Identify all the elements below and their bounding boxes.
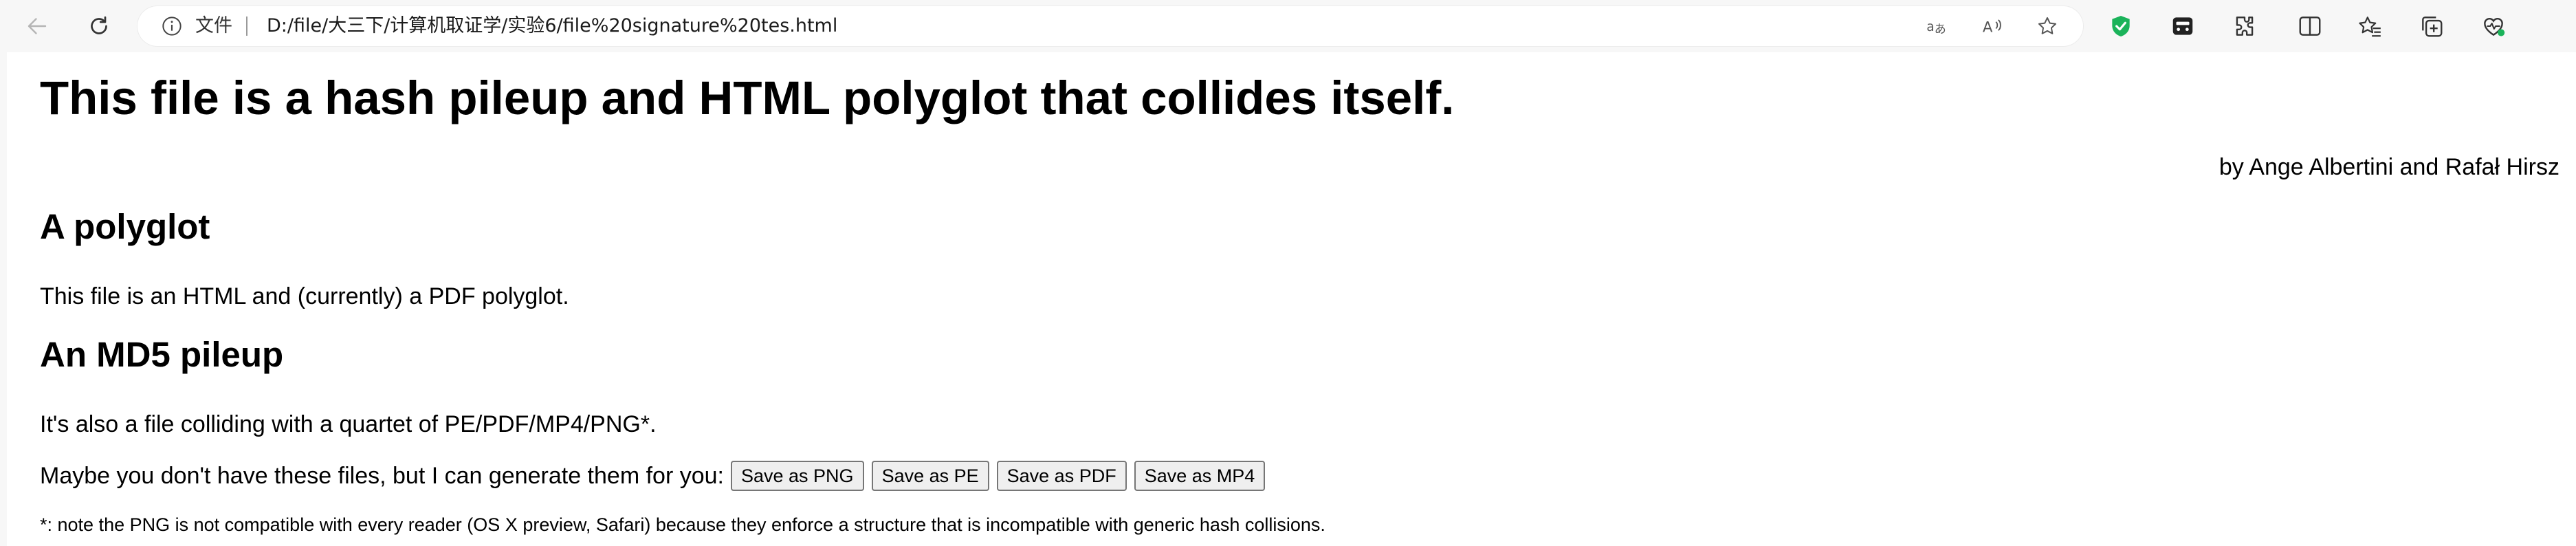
sidebar-panel-icon <box>2172 17 2193 35</box>
back-arrow-icon <box>27 18 47 34</box>
security-shield-button[interactable] <box>2107 12 2135 40</box>
collections-icon <box>2422 17 2443 37</box>
read-aloud-button[interactable]: A <box>1980 14 2005 39</box>
address-bar[interactable]: 文件 D:/file/大三下/计算机取证学/实验6/file%20signatu… <box>137 6 2083 46</box>
svg-text:A: A <box>1983 19 1993 36</box>
polyglot-text: This file is an HTML and (currently) a P… <box>40 283 569 309</box>
split-screen-button[interactable] <box>2296 12 2324 40</box>
page-viewport: This file is a hash pileup and HTML poly… <box>0 52 2576 546</box>
add-favorite-button[interactable] <box>2035 14 2060 39</box>
browser-essentials-icon <box>2484 18 2505 36</box>
author-byline: by Ange Albertini and Rafał Hirsz <box>2219 154 2560 180</box>
favorites-button[interactable] <box>2356 12 2384 40</box>
address-separator <box>246 17 247 36</box>
read-aloud-translate-icon: a あ <box>1926 20 1946 36</box>
refresh-icon <box>91 16 107 34</box>
save-as-pe-button[interactable]: Save as PE <box>871 461 989 491</box>
save-as-pdf-button[interactable]: Save as PDF <box>996 461 1127 491</box>
translate-button[interactable]: a あ <box>1925 14 1950 39</box>
shield-icon <box>2112 15 2130 37</box>
polyglot-heading: A polyglot <box>40 207 210 246</box>
read-aloud-icon: A <box>1983 19 2001 36</box>
extensions-button[interactable] <box>2231 12 2258 40</box>
sidebar-panel-button[interactable] <box>2169 12 2197 40</box>
info-icon[interactable] <box>161 15 183 37</box>
pileup-heading: An MD5 pileup <box>40 335 284 374</box>
refresh-button[interactable] <box>82 10 115 43</box>
split-screen-icon <box>2299 17 2321 36</box>
back-button[interactable] <box>21 10 54 43</box>
pileup-text: It's also a file colliding with a quarte… <box>40 411 657 437</box>
collections-button[interactable] <box>2418 12 2445 40</box>
site-info-label[interactable]: 文件 <box>195 14 232 38</box>
png-compatibility-note: *: note the PNG is not compatible with e… <box>40 514 1325 535</box>
save-as-png-button[interactable]: Save as PNG <box>730 461 864 491</box>
generate-row: Maybe you don't have these files, but I … <box>40 461 1273 491</box>
save-as-mp4-button[interactable]: Save as MP4 <box>1134 461 1266 491</box>
browser-essentials-button[interactable] <box>2480 12 2507 40</box>
page-title: This file is a hash pileup and HTML poly… <box>40 72 1455 124</box>
extensions-icon <box>2236 17 2254 36</box>
svg-text:a: a <box>1926 20 1934 34</box>
favorites-icon <box>2359 17 2381 37</box>
favorite-star-icon <box>2038 17 2057 34</box>
svg-text:あ: あ <box>1935 23 1946 36</box>
browser-toolbar: 文件 D:/file/大三下/计算机取证学/实验6/file%20signatu… <box>0 0 2576 52</box>
url-text[interactable]: D:/file/大三下/计算机取证学/实验6/file%20signature%… <box>267 14 837 38</box>
generate-text: Maybe you don't have these files, but I … <box>40 463 724 489</box>
